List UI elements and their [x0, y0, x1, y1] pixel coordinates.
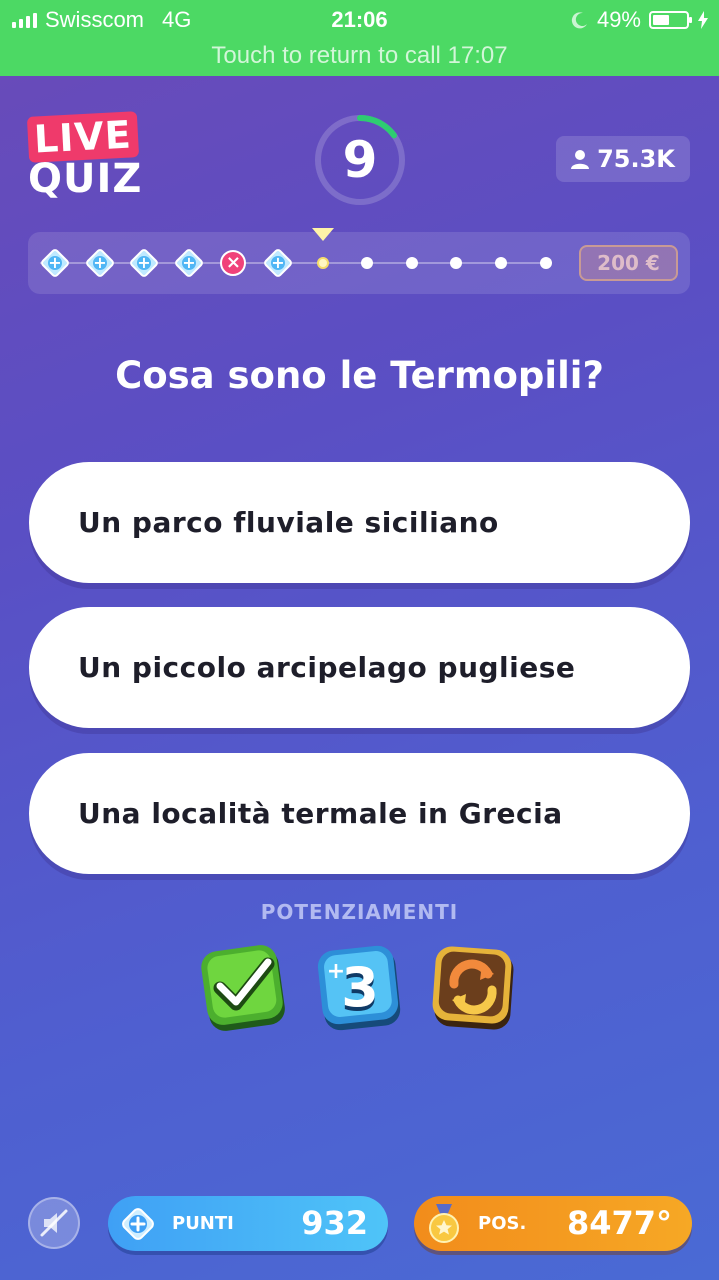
check-icon — [201, 945, 285, 1031]
score-pill: PUNTI 932 — [108, 1196, 388, 1251]
plus-icon: + — [92, 253, 107, 272]
logo-live: LIVE — [26, 111, 139, 163]
moon-icon — [571, 12, 587, 29]
prize-badge: 200 € — [579, 245, 678, 281]
timer-value: 9 — [342, 131, 378, 189]
muted-speaker-icon — [40, 1209, 68, 1237]
svg-text:3: 3 — [341, 956, 379, 1019]
live-quiz-logo: LIVE QUIZ — [26, 111, 148, 202]
answer-option-2[interactable]: Un piccolo arcipelago pugliese — [29, 607, 690, 728]
viewer-count: 75.3K — [597, 145, 675, 173]
answer-option-3[interactable]: Una località termale in Grecia — [29, 753, 690, 874]
answer-option-label: Un parco fluviale siciliano — [78, 506, 499, 539]
charging-bolt-icon — [698, 11, 708, 29]
plus-icon: + — [48, 253, 62, 272]
progress-line — [40, 262, 550, 264]
question-text: Cosa sono le Termopili? — [115, 354, 604, 397]
battery-percent: 49% — [596, 7, 641, 32]
score-label: PUNTI — [172, 1213, 234, 1234]
position-value: 8477° — [566, 1204, 672, 1242]
powerups-title: POTENZIAMENTI — [260, 900, 459, 924]
battery-icon — [649, 11, 692, 29]
score-value: 932 — [301, 1204, 368, 1242]
current-question-marker — [312, 228, 334, 241]
swap-icon — [432, 946, 514, 1030]
pending-step-dot — [495, 257, 507, 269]
countdown-timer: 9 — [312, 112, 408, 208]
powerup-check-button[interactable] — [200, 944, 288, 1032]
diamond-plus-icon — [122, 1208, 154, 1240]
answer-option-label: Un piccolo arcipelago pugliese — [78, 651, 576, 684]
status-right: 49% — [571, 7, 709, 33]
plus-icon: + — [181, 253, 196, 272]
plus-three-icon: 3 3 + — [317, 945, 401, 1031]
powerup-plus-three-button[interactable]: 3 3 + — [316, 944, 404, 1032]
position-pill: POS. 8477° — [414, 1196, 692, 1251]
return-to-call-banner[interactable]: Touch to return to call 17:07 — [0, 38, 719, 76]
user-icon — [571, 150, 590, 169]
status-bar: Swisscom 4G 21:06 49% — [0, 0, 719, 38]
plus-icon: + — [137, 253, 152, 272]
pending-step-dot — [405, 257, 418, 269]
pending-step-dot — [539, 257, 552, 269]
mute-button[interactable] — [28, 1197, 80, 1249]
current-step-dot — [316, 257, 329, 269]
viewer-count-badge: 75.3K — [556, 136, 690, 182]
plus-icon: + — [271, 253, 285, 272]
logo-quiz: QUIZ — [28, 156, 143, 202]
answer-option-1[interactable]: Un parco fluviale siciliano — [29, 462, 690, 583]
svg-text:+: + — [327, 959, 345, 984]
powerup-swap-button[interactable] — [430, 944, 518, 1032]
position-label: POS. — [478, 1213, 527, 1234]
medal-icon — [429, 1204, 459, 1243]
answer-option-label: Una località termale in Grecia — [78, 797, 563, 830]
